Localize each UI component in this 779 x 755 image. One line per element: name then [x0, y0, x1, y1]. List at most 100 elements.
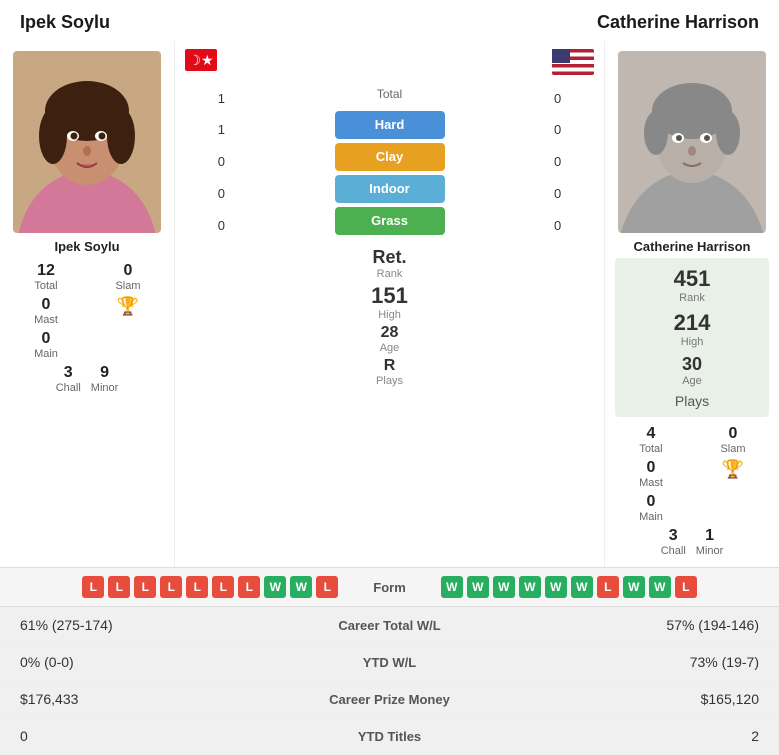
- left-main-label: Main: [34, 348, 58, 360]
- left-clay-score: 0: [218, 147, 225, 175]
- left-player-name-label: Ipek Soylu: [54, 239, 119, 254]
- top-area: Ipek Soylu 12 Total 0 Slam 0 Mast 🏆: [0, 41, 779, 567]
- right-hard-score: 0: [554, 115, 561, 143]
- form-badge-w: W: [545, 576, 567, 598]
- right-flag: [552, 49, 594, 75]
- form-badge-w: W: [571, 576, 593, 598]
- form-badge-l: L: [316, 576, 338, 598]
- right-chall-minor-row: 3 Chall 1 Minor: [661, 527, 724, 557]
- right-chall-label: Chall: [661, 545, 686, 557]
- left-form-badges: LLLLLLLWWL: [15, 576, 338, 598]
- stats-right-2: $165,120: [490, 691, 760, 707]
- stats-row-0: 61% (275-174) Career Total W/L 57% (194-…: [0, 607, 779, 644]
- left-age-label: Age: [380, 342, 400, 354]
- right-chall-value: 3: [669, 527, 678, 545]
- stats-left-2: $176,433: [20, 691, 290, 707]
- right-minor-label: Minor: [696, 545, 724, 557]
- left-minor-label: Minor: [91, 382, 119, 394]
- form-badge-l: L: [212, 576, 234, 598]
- left-slam-cell: 0 Slam: [92, 262, 164, 292]
- left-main-cell: 0 Main: [10, 330, 82, 360]
- left-mast-label: Mast: [34, 314, 58, 326]
- name-row: Ipek Soylu Catherine Harrison: [0, 0, 779, 41]
- stats-left-1: 0% (0-0): [20, 654, 290, 670]
- left-indoor-score: 0: [218, 179, 225, 207]
- right-minor-cell: 1 Minor: [696, 527, 724, 557]
- left-total-value: 12: [37, 262, 55, 280]
- right-plays-label: Plays: [675, 393, 709, 409]
- left-grass-score: 0: [218, 211, 225, 239]
- clay-button[interactable]: Clay: [335, 143, 445, 171]
- left-total-cell: 12 Total: [10, 262, 82, 292]
- right-clay-score: 0: [554, 147, 561, 175]
- form-badge-w: W: [493, 576, 515, 598]
- form-label: Form: [373, 580, 406, 595]
- left-total-score: 1: [218, 85, 225, 111]
- form-badge-w: W: [467, 576, 489, 598]
- right-stats-middle: 451 Rank 214 High 30 Age Plays: [615, 258, 769, 417]
- form-badge-l: L: [238, 576, 260, 598]
- left-trophy-icon: 🏆: [117, 296, 139, 317]
- right-trophy-cell: 🏆: [697, 459, 769, 489]
- right-age-label: Age: [682, 375, 702, 387]
- right-mast-value: 0: [647, 459, 656, 477]
- right-trophy-icon: 🏆: [722, 459, 744, 480]
- left-plays-label: Plays: [376, 375, 403, 387]
- stats-center-3: YTD Titles: [290, 729, 490, 744]
- left-slam-value: 0: [124, 262, 133, 280]
- left-panel: Ipek Soylu 12 Total 0 Slam 0 Mast 🏆: [0, 41, 175, 567]
- stats-section: 61% (275-174) Career Total W/L 57% (194-…: [0, 607, 779, 755]
- form-badge-l: L: [675, 576, 697, 598]
- right-high-label: High: [681, 336, 704, 348]
- right-main-cell: 0 Main: [615, 493, 687, 523]
- left-age-value: 28: [380, 324, 400, 342]
- right-total-score: 0: [554, 85, 561, 111]
- right-high-value: 214: [674, 310, 711, 336]
- left-rank-label: Rank: [372, 268, 406, 280]
- indoor-button[interactable]: Indoor: [335, 175, 445, 203]
- left-main-value: 0: [42, 330, 51, 348]
- left-chall-minor-row: 3 Chall 9 Minor: [56, 364, 119, 394]
- form-badge-l: L: [186, 576, 208, 598]
- right-form-badges: WWWWWWLWWL: [441, 576, 764, 598]
- left-mast-cell: 0 Mast: [10, 296, 82, 326]
- left-total-label: Total: [34, 280, 57, 292]
- right-indoor-score: 0: [554, 179, 561, 207]
- left-plays-value: R: [376, 357, 403, 375]
- form-badge-w: W: [649, 576, 671, 598]
- right-main-label: Main: [639, 511, 663, 523]
- form-badge-w: W: [519, 576, 541, 598]
- right-player-name: Catherine Harrison: [597, 12, 759, 33]
- center-panel: ☽★ 1 1 0 0 0 Total Hard: [175, 41, 604, 567]
- right-chall-cell: 3 Chall: [661, 527, 686, 557]
- left-hard-score: 1: [218, 115, 225, 143]
- right-slam-value: 0: [729, 425, 738, 443]
- grass-button[interactable]: Grass: [335, 207, 445, 235]
- right-main-value: 0: [647, 493, 656, 511]
- us-flag: [552, 49, 594, 75]
- right-total-label: Total: [639, 443, 662, 455]
- right-player-name-label: Catherine Harrison: [633, 239, 750, 254]
- stats-center-2: Career Prize Money: [290, 692, 490, 707]
- form-badge-l: L: [134, 576, 156, 598]
- left-rank-value: Ret.: [372, 247, 406, 268]
- left-trophy-cell: 🏆: [92, 296, 164, 326]
- right-slam-cell: 0 Slam: [697, 425, 769, 455]
- stats-center-1: YTD W/L: [290, 655, 490, 670]
- right-player-photo: [618, 51, 766, 233]
- stats-row-1: 0% (0-0) YTD W/L 73% (19-7): [0, 644, 779, 681]
- stats-left-0: 61% (275-174): [20, 617, 290, 633]
- form-badge-w: W: [290, 576, 312, 598]
- right-mast-cell: 0 Mast: [615, 459, 687, 489]
- right-age-value: 30: [682, 354, 702, 375]
- right-rank-label: Rank: [679, 292, 705, 304]
- form-badge-l: L: [160, 576, 182, 598]
- stats-center-0: Career Total W/L: [290, 618, 490, 633]
- form-badge-l: L: [108, 576, 130, 598]
- form-badge-w: W: [264, 576, 286, 598]
- left-chall-value: 3: [64, 364, 73, 382]
- right-rank-value: 451: [674, 266, 711, 292]
- main-container: Ipek Soylu Catherine Harrison: [0, 0, 779, 755]
- hard-button[interactable]: Hard: [335, 111, 445, 139]
- total-label: Total: [377, 81, 402, 107]
